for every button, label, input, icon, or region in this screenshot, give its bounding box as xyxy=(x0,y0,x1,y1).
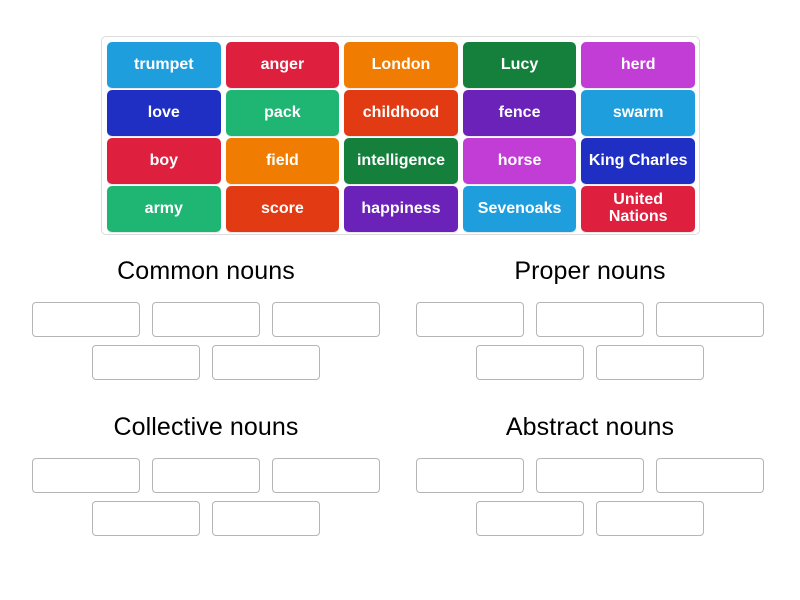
word-tile-label: United Nations xyxy=(608,191,668,225)
word-tile-label: horse xyxy=(497,151,542,169)
drop-slot[interactable] xyxy=(272,301,380,337)
drop-slot[interactable] xyxy=(416,301,524,337)
drop-slot[interactable] xyxy=(212,344,320,380)
drop-slot[interactable] xyxy=(152,457,260,493)
drop-slot-row xyxy=(400,344,780,380)
word-tile[interactable]: boy xyxy=(107,138,221,184)
word-tile[interactable]: Lucy xyxy=(462,42,577,88)
category-group-common-nouns: Common nouns xyxy=(16,257,396,380)
word-tile[interactable]: trumpet xyxy=(107,42,221,88)
drop-slot[interactable] xyxy=(32,457,140,493)
category-title: Collective nouns xyxy=(113,413,299,441)
word-tile-label: intelligence xyxy=(356,151,445,169)
word-tile[interactable]: field xyxy=(225,138,340,184)
drop-slot-row xyxy=(16,344,396,380)
word-tile-label: anger xyxy=(260,55,305,73)
word-tile-label: boy xyxy=(149,151,179,169)
word-tile[interactable]: London xyxy=(344,42,458,88)
word-tile[interactable]: Sevenoaks xyxy=(462,186,577,232)
word-tile[interactable]: swarm xyxy=(581,90,695,136)
drop-slot-row xyxy=(400,500,780,536)
word-tile[interactable]: childhood xyxy=(344,90,458,136)
word-tile-row: trumpet anger London Lucy herd xyxy=(107,42,695,88)
drop-slot[interactable] xyxy=(536,301,644,337)
word-tile-label: London xyxy=(371,55,431,73)
word-tile-label: fence xyxy=(498,103,541,121)
category-group-abstract-nouns: Abstract nouns xyxy=(400,413,780,536)
drop-slot[interactable] xyxy=(596,344,704,380)
word-tile-label: childhood xyxy=(362,103,440,121)
word-tile-label: army xyxy=(144,199,183,217)
category-title: Abstract nouns xyxy=(505,413,675,441)
word-tile-row: boy field intelligence horse King Charle… xyxy=(107,138,695,184)
word-tile-label: Sevenoaks xyxy=(477,199,562,217)
drop-slot[interactable] xyxy=(536,457,644,493)
word-tile[interactable]: herd xyxy=(581,42,695,88)
drop-slot[interactable] xyxy=(656,301,764,337)
word-tile-label: swarm xyxy=(612,103,664,121)
drop-slot[interactable] xyxy=(476,344,584,380)
word-tile[interactable]: fence xyxy=(462,90,577,136)
word-tile-row: love pack childhood fence swarm xyxy=(107,90,695,136)
drop-slot[interactable] xyxy=(272,457,380,493)
word-tile-label: King Charles xyxy=(588,151,688,169)
word-tile[interactable]: United Nations xyxy=(581,186,695,232)
category-title: Proper nouns xyxy=(514,257,666,285)
drop-slot[interactable] xyxy=(212,500,320,536)
word-tile-label: love xyxy=(147,103,180,121)
category-title: Common nouns xyxy=(117,257,295,285)
word-bank-panel: trumpet anger London Lucy herd love pack… xyxy=(101,36,700,235)
drop-slot-row xyxy=(16,457,396,493)
word-tile[interactable]: love xyxy=(107,90,221,136)
word-tile[interactable]: horse xyxy=(462,138,577,184)
word-tile-row: army score happiness Sevenoaks United Na… xyxy=(107,186,695,232)
word-tile-label: score xyxy=(261,199,304,217)
word-tile-label: pack xyxy=(264,103,301,121)
word-tile[interactable]: intelligence xyxy=(344,138,458,184)
word-tile[interactable]: pack xyxy=(225,90,340,136)
drop-slot[interactable] xyxy=(476,500,584,536)
word-tile-label: happiness xyxy=(361,199,441,217)
word-tile[interactable]: anger xyxy=(225,42,340,88)
word-tile-label: field xyxy=(265,151,299,169)
drop-slot[interactable] xyxy=(152,301,260,337)
word-tile-label: herd xyxy=(620,55,656,73)
word-tile[interactable]: King Charles xyxy=(581,138,695,184)
word-tile[interactable]: happiness xyxy=(344,186,458,232)
word-tile[interactable]: score xyxy=(225,186,340,232)
drop-slot[interactable] xyxy=(596,500,704,536)
category-group-proper-nouns: Proper nouns xyxy=(400,257,780,380)
drop-slot[interactable] xyxy=(656,457,764,493)
drop-slot-row xyxy=(16,301,396,337)
drop-slot-row xyxy=(400,457,780,493)
drop-slot[interactable] xyxy=(416,457,524,493)
drop-slot[interactable] xyxy=(32,301,140,337)
drop-slot[interactable] xyxy=(92,500,200,536)
drop-slot[interactable] xyxy=(92,344,200,380)
category-group-collective-nouns: Collective nouns xyxy=(16,413,396,536)
word-tile-label: trumpet xyxy=(134,55,194,73)
drop-slot-row xyxy=(16,500,396,536)
word-tile[interactable]: army xyxy=(107,186,221,232)
word-tile-label: Lucy xyxy=(500,55,539,73)
activity-stage: trumpet anger London Lucy herd love pack… xyxy=(0,0,800,600)
drop-slot-row xyxy=(400,301,780,337)
